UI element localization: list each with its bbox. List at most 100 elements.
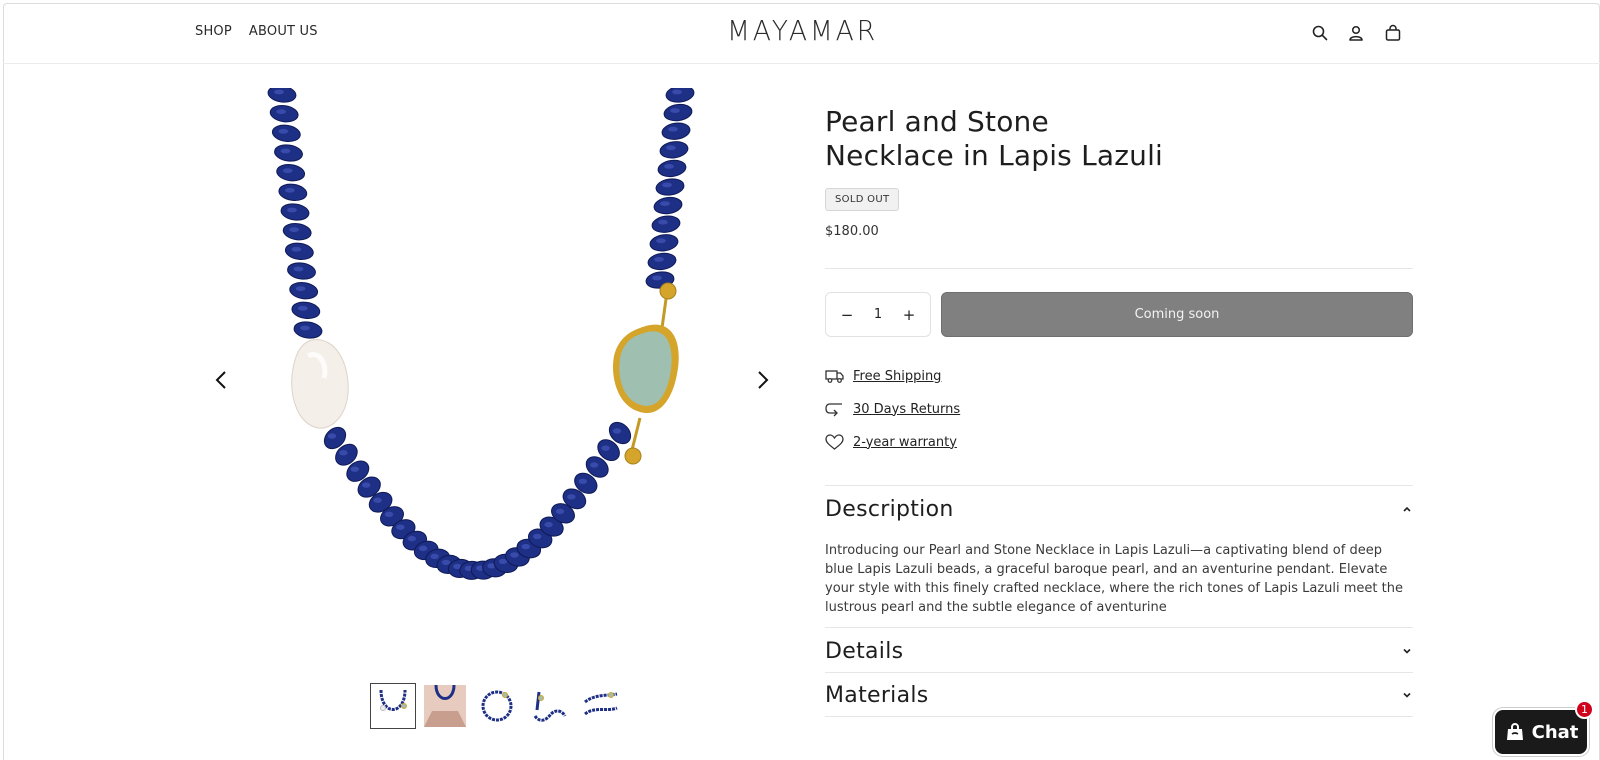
sold-out-badge: SOLD OUT: [825, 188, 900, 211]
lapis-bead-highlight: [521, 543, 530, 550]
lapis-bead: [271, 124, 301, 142]
perk-free-shipping: Free Shipping: [825, 368, 941, 384]
search-icon[interactable]: [1311, 24, 1329, 42]
baroque-pearl: [291, 339, 349, 429]
lapis-bead: [278, 183, 308, 201]
lapis-bead-highlight: [590, 462, 599, 468]
chat-label: Chat: [1531, 721, 1579, 743]
lapis-bead: [284, 242, 314, 260]
lapis-bead-highlight: [339, 450, 348, 456]
lapis-bead-highlight: [276, 109, 287, 115]
lapis-bead: [663, 103, 693, 122]
lapis-bead-highlight: [384, 511, 394, 518]
warranty-link[interactable]: 2-year warranty: [853, 435, 957, 450]
lapis-bead-highlight: [430, 553, 439, 560]
main-nav: SHOP ABOUT US: [195, 24, 318, 39]
quantity-value[interactable]: 1: [874, 307, 882, 322]
lapis-bead-highlight: [407, 535, 416, 542]
thumbnail-strip: [370, 683, 624, 729]
lapis-bead-highlight: [295, 286, 306, 292]
lapis-bead: [651, 215, 681, 233]
lapis-bead-highlight: [327, 433, 337, 439]
chat-button[interactable]: Chat: [1493, 708, 1589, 756]
product-image: [267, 88, 695, 580]
lapis-bead-highlight: [654, 257, 664, 262]
lapis-bead: [661, 122, 691, 140]
account-icon[interactable]: [1347, 24, 1365, 42]
brand-logo[interactable]: MAYAMAR: [727, 14, 878, 47]
lapis-bead-highlight: [362, 482, 371, 488]
lapis-bead: [269, 105, 299, 123]
lapis-bead-highlight: [293, 266, 304, 272]
divider: [825, 485, 1413, 486]
nav-shop[interactable]: SHOP: [195, 24, 232, 39]
lapis-bead-highlight: [284, 187, 295, 193]
lapis-bead-highlight: [664, 164, 674, 169]
lapis-bead-highlight: [278, 128, 289, 134]
cart-icon[interactable]: [1384, 24, 1402, 42]
lapis-bead: [647, 252, 677, 271]
lapis-bead: [655, 178, 685, 196]
lapis-bead-highlight: [533, 533, 542, 540]
quantity-stepper: − 1 +: [825, 292, 931, 337]
returns-link[interactable]: 30 Days Returns: [853, 402, 960, 417]
nav-about-us[interactable]: ABOUT US: [249, 24, 318, 39]
lapis-bead-highlight: [291, 246, 302, 252]
thumbnail-5[interactable]: [578, 683, 624, 729]
previous-image-arrow[interactable]: [210, 368, 234, 392]
chevron-down-icon: [1403, 692, 1411, 698]
lapis-bead-highlight: [280, 148, 291, 154]
accordion-materials[interactable]: Materials: [825, 681, 1413, 709]
next-image-arrow[interactable]: [750, 368, 774, 392]
quantity-decrease-button[interactable]: −: [840, 306, 854, 324]
chat-bag-icon: [1506, 723, 1523, 740]
product-description: Introducing our Pearl and Stone Necklace…: [825, 543, 1403, 615]
chevron-up-icon: [1403, 506, 1411, 512]
coming-soon-button[interactable]: Coming soon: [941, 292, 1413, 337]
lapis-bead-highlight: [350, 466, 359, 472]
quantity-increase-button[interactable]: +: [902, 306, 916, 324]
free-shipping-link[interactable]: Free Shipping: [853, 369, 941, 384]
product-title-line-2: Necklace in Lapis Lazuli: [825, 139, 1164, 172]
lapis-bead-highlight: [656, 238, 666, 244]
lapis-bead-highlight: [662, 182, 672, 188]
lapis-bead-highlight: [601, 445, 610, 451]
lapis-bead-highlight: [297, 305, 308, 311]
thumbnail-4[interactable]: [526, 683, 572, 729]
product-title: Pearl and Stone Necklace in Lapis Lazuli: [825, 105, 1413, 173]
lapis-bead: [657, 159, 687, 178]
lapis-bead-highlight: [612, 428, 622, 434]
lapis-bead: [289, 282, 319, 300]
lapis-bead-highlight: [544, 521, 553, 528]
lapis-bead-highlight: [668, 126, 678, 132]
thumbnail-3[interactable]: [474, 683, 520, 729]
lapis-bead-highlight: [666, 145, 676, 151]
lapis-bead-highlight: [567, 494, 576, 500]
truck-icon: [825, 370, 844, 383]
perk-returns: 30 Days Returns: [825, 401, 960, 417]
lapis-bead-highlight: [660, 201, 670, 206]
accordion-materials-title: Materials: [825, 682, 929, 708]
purchase-row: − 1 + Coming soon: [825, 292, 1413, 337]
divider: [825, 627, 1413, 628]
lapis-bead: [287, 262, 316, 280]
accordion-details[interactable]: Details: [825, 637, 1413, 665]
thumbnail-2[interactable]: [422, 683, 468, 729]
thumbnail-1[interactable]: [370, 683, 416, 729]
aventurine-pendant: [613, 324, 679, 414]
accordion-details-title: Details: [825, 638, 904, 664]
lapis-bead-highlight: [578, 478, 587, 484]
lapis-bead-highlight: [652, 275, 662, 281]
lapis-bead-highlight: [672, 89, 682, 95]
accordion-description[interactable]: Description: [825, 495, 1413, 523]
product-price: $180.00: [825, 224, 879, 239]
product-title-line-1: Pearl and Stone: [825, 105, 1049, 138]
divider: [825, 716, 1413, 717]
perk-warranty: 2-year warranty: [825, 434, 957, 450]
lapis-bead: [280, 203, 310, 221]
lapis-bead: [293, 321, 323, 339]
lapis-bead: [282, 223, 312, 241]
heart-icon: [825, 434, 844, 450]
lapis-bead-highlight: [282, 168, 293, 174]
lapis-bead-highlight: [555, 508, 565, 515]
